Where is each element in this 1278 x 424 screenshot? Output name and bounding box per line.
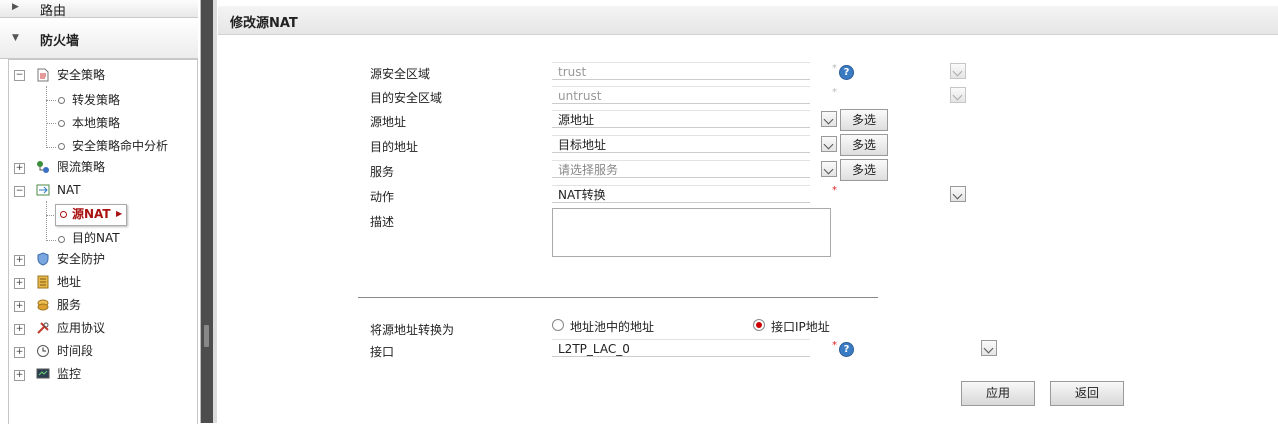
description-label: 描述 (370, 215, 395, 229)
service-icon (37, 299, 49, 311)
tree-item-policy-hit-analysis[interactable]: 安全策略命中分析 (72, 137, 168, 155)
tree-item-source-nat[interactable]: 源NAT ▶ (55, 204, 127, 226)
back-button[interactable]: 返回 (1050, 381, 1124, 406)
help-icon[interactable]: ? (839, 342, 854, 357)
collapse-toggle-icon[interactable]: − (14, 70, 25, 81)
tree-item-traffic-policy[interactable]: 限流策略 (57, 158, 105, 176)
tree-item-forward-policy[interactable]: 转发策略 (72, 91, 120, 109)
action-select[interactable]: NAT转换 (552, 185, 810, 203)
expand-toggle-icon[interactable]: + (14, 163, 25, 174)
collapse-down-icon: ▼ (12, 33, 19, 43)
shield-icon (37, 252, 49, 266)
src-zone-select: trust (552, 62, 810, 80)
address-book-icon (37, 275, 49, 289)
section-divider (358, 297, 878, 298)
nav-section-label: 防火墙 (40, 34, 80, 49)
collapse-toggle-icon[interactable]: − (14, 186, 25, 197)
tree-connector (46, 123, 56, 124)
translate-to-label: 将源地址转换为 (370, 323, 455, 337)
src-addr-multi-select-button[interactable]: 多选 (840, 109, 888, 131)
apply-button[interactable]: 应用 (961, 381, 1035, 406)
tree-item-app-protocol[interactable]: 应用协议 (57, 319, 105, 337)
interface-label: 接口 (370, 345, 395, 359)
tree-item-dest-nat[interactable]: 目的NAT (72, 229, 120, 247)
src-addr-select[interactable]: 源地址 (552, 110, 810, 128)
leaf-bullet-icon (60, 211, 67, 218)
radio-address-pool[interactable] (552, 319, 564, 331)
chevron-down-icon (950, 87, 966, 103)
panel-splitter[interactable] (201, 0, 213, 423)
splitter-grip-icon[interactable] (204, 325, 209, 347)
monitor-icon (36, 368, 50, 379)
tree-item-monitor[interactable]: 监控 (57, 365, 81, 383)
required-mark: * (832, 340, 837, 351)
document-icon (37, 68, 49, 82)
expand-toggle-icon[interactable]: + (14, 347, 25, 358)
service-select[interactable]: 请选择服务 (552, 160, 810, 178)
page-title: 修改源NAT (230, 16, 298, 31)
expand-toggle-icon[interactable]: + (14, 278, 25, 289)
description-textarea[interactable] (552, 208, 831, 257)
tree-item-service[interactable]: 服务 (57, 296, 81, 314)
chevron-down-icon[interactable] (821, 111, 837, 127)
expand-toggle-icon[interactable]: + (14, 370, 25, 381)
service-multi-select-button[interactable]: 多选 (840, 159, 888, 181)
chevron-down-icon[interactable] (950, 186, 966, 202)
expand-toggle-icon[interactable]: + (14, 255, 25, 266)
radio-address-pool-label[interactable]: 地址池中的地址 (570, 318, 654, 335)
action-label: 动作 (370, 190, 395, 204)
dst-addr-select[interactable]: 目标地址 (552, 135, 810, 153)
selected-arrow-icon: ▶ (116, 209, 123, 218)
required-mark: * (832, 87, 837, 98)
expand-right-icon: ▶ (12, 2, 19, 12)
leaf-bullet-icon (58, 120, 65, 127)
tree-item-security-protection[interactable]: 安全防护 (57, 250, 105, 268)
traffic-limit-icon (37, 161, 49, 173)
left-navigation: ▶ 路由 ▼ 防火墙 − 安全策略 转发策略 本地策略 安全策略命中分析 + 限… (0, 0, 201, 424)
service-label: 服务 (370, 165, 395, 179)
tree-item-security-policy[interactable]: 安全策略 (57, 66, 105, 84)
radio-interface-ip[interactable] (753, 319, 765, 331)
expand-toggle-icon[interactable]: + (14, 301, 25, 312)
required-mark: * (832, 185, 837, 196)
dst-zone-select: untrust (552, 86, 810, 104)
firewall-tree: − 安全策略 转发策略 本地策略 安全策略命中分析 + 限流策略 − NAT 源… (8, 59, 198, 424)
tree-item-address[interactable]: 地址 (57, 273, 81, 291)
tree-item-label: 源NAT (72, 207, 111, 221)
dst-addr-label: 目的地址 (370, 140, 419, 154)
required-mark: * (832, 63, 837, 74)
tree-item-nat[interactable]: NAT (57, 181, 81, 199)
frame-border (213, 0, 217, 423)
chevron-down-icon (950, 63, 966, 79)
src-addr-label: 源地址 (370, 115, 407, 129)
tree-connector (46, 100, 56, 101)
dst-zone-label: 目的安全区域 (370, 91, 443, 105)
leaf-bullet-icon (58, 97, 65, 104)
tree-connector (46, 201, 47, 241)
nav-section-firewall[interactable]: ▼ 防火墙 (0, 18, 198, 59)
leaf-bullet-icon (58, 143, 65, 150)
leaf-bullet-icon (58, 236, 65, 243)
expand-toggle-icon[interactable]: + (14, 324, 25, 335)
tree-connector (46, 240, 56, 241)
tools-icon (37, 322, 49, 334)
help-icon[interactable]: ? (839, 65, 854, 80)
tree-item-time-range[interactable]: 时间段 (57, 342, 93, 360)
radio-interface-ip-label[interactable]: 接口IP地址 (771, 318, 830, 335)
src-zone-label: 源安全区域 (370, 67, 431, 81)
nat-icon (36, 184, 50, 196)
nav-section-routing[interactable]: ▶ 路由 (0, 0, 198, 19)
nav-section-label: 路由 (40, 4, 67, 19)
clock-icon (37, 345, 49, 357)
tree-connector (46, 147, 56, 148)
dst-addr-multi-select-button[interactable]: 多选 (840, 134, 888, 156)
tree-item-local-policy[interactable]: 本地策略 (72, 114, 120, 132)
chevron-down-icon[interactable] (821, 161, 837, 177)
interface-select[interactable]: L2TP_LAC_0 (552, 339, 810, 357)
chevron-down-icon[interactable] (821, 136, 837, 152)
chevron-down-icon[interactable] (981, 340, 997, 356)
panel-header: 修改源NAT (218, 6, 1278, 35)
tree-connector (46, 86, 47, 148)
